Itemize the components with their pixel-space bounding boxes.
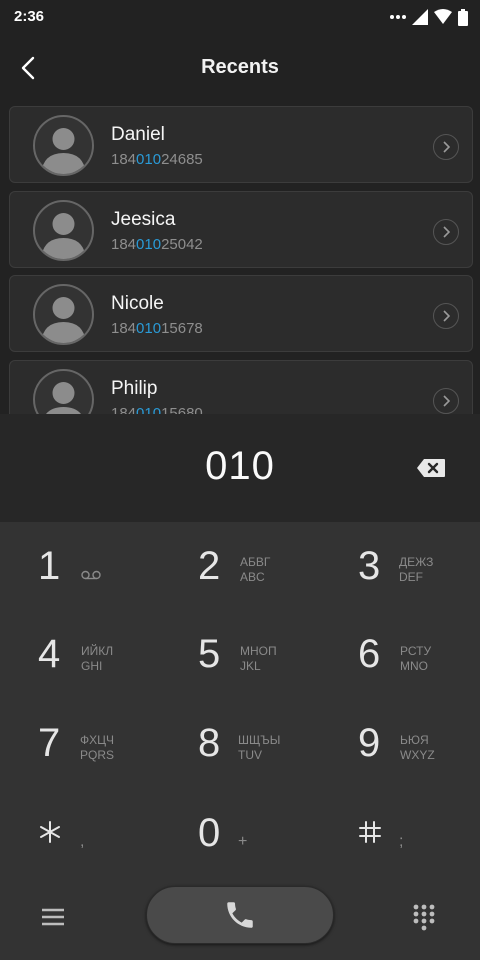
key-digit: 6 [358,632,381,676]
voicemail-icon [81,570,101,580]
key-digit: 4 [38,632,61,676]
key-2[interactable]: 2 АБВГ ABC [160,522,320,612]
avatar [33,369,94,414]
wifi-icon [434,9,452,24]
dialed-number[interactable]: 010 [0,444,480,489]
status-icons [390,8,468,26]
bottom-bar [0,880,480,960]
key-star[interactable]: * , [0,792,160,882]
avatar [33,200,94,261]
phone-icon [227,902,253,928]
key-3[interactable]: 3 ДЕЖЗ DEF [320,522,480,612]
key-digit: 2 [198,544,221,588]
contact-name: Jeesica [111,209,176,230]
key-letters: ШЩЪЫ TUV [238,733,281,762]
contact-detail-button[interactable] [433,303,459,329]
status-time: 2:36 [14,8,45,25]
contact-item-jeesica[interactable]: Jeesica 18401025042 [9,191,473,268]
key-digit: 7 [38,721,61,765]
contact-name: Philip [111,378,158,399]
more-dots-icon [390,15,406,19]
chevron-right-icon [443,141,450,153]
key-digit: 1 [38,544,61,588]
key-digit: 9 [358,721,381,765]
menu-button[interactable] [40,906,68,930]
key-8[interactable]: 8 ШЩЪЫ TUV [160,702,320,792]
contact-name: Nicole [111,293,164,314]
battery-icon [458,8,468,26]
menu-icon [42,908,64,926]
key-letters: АБВГ ABC [240,555,271,584]
key-digit: 3 [358,544,381,588]
contact-detail-button[interactable] [433,388,459,414]
hash-icon [359,821,381,843]
key-digit: 5 [198,632,221,676]
page-title: Recents [201,56,279,78]
key-1[interactable]: 1 [0,522,160,612]
recents-list: Daniel 18401024685 Jeesica 18401025042 N… [0,106,480,414]
contact-name: Daniel [111,124,165,145]
key-letters: ЬЮЯ WXYZ [400,733,435,762]
key-letters: ДЕЖЗ DEF [399,555,434,584]
dialpad-button[interactable] [412,904,440,932]
key-7[interactable]: 7 ФХЦЧ PQRS [0,702,160,792]
key-letters: ФХЦЧ PQRS [80,733,115,762]
contact-number: 18401015678 [111,320,203,337]
key-0[interactable]: 0 + [160,792,320,882]
avatar [33,115,94,176]
chevron-right-icon [443,395,450,407]
key-letters: , [80,833,85,850]
contact-item-daniel[interactable]: Daniel 18401024685 [9,106,473,183]
status-bar: 2:36 [0,0,480,34]
chevron-right-icon [443,310,450,322]
avatar-icon [41,213,86,259]
contact-number: 18401024685 [111,151,203,168]
avatar-icon [41,297,86,343]
app-header: Recents [0,34,480,102]
key-9[interactable]: 9 ЬЮЯ WXYZ [320,702,480,792]
key-letters: + [238,833,248,850]
contact-number: 18401015680 [111,405,203,414]
contact-item-philip[interactable]: Philip 18401015680 [9,360,473,414]
backspace-button[interactable] [416,458,446,478]
backspace-icon [417,459,445,477]
contact-item-nicole[interactable]: Nicole 18401015678 [9,275,473,352]
contact-detail-button[interactable] [433,134,459,160]
dial-display: 010 [0,414,480,522]
key-letters: МНОП JKL [240,644,277,673]
avatar-icon [46,382,81,414]
key-5[interactable]: 5 МНОП JKL [160,612,320,702]
signal-icon [412,9,428,25]
key-hash[interactable]: # ; [320,792,480,882]
key-letters: ИЙКЛ GHI [81,644,114,673]
contact-detail-button[interactable] [433,219,459,245]
key-4[interactable]: 4 ИЙКЛ GHI [0,612,160,702]
avatar-icon [41,128,86,174]
key-letters: ; [399,833,404,850]
contact-number: 18401025042 [111,236,203,253]
key-letters: РСТУ MNO [400,644,432,673]
asterisk-icon [40,821,60,843]
key-digit: 8 [198,721,221,765]
avatar [33,284,94,345]
chevron-right-icon [443,226,450,238]
key-digit: 0 [198,811,221,855]
call-button[interactable] [146,886,334,944]
keypad: 1 2 АБВГ ABC 3 ДЕЖЗ DEF 4 ИЙКЛ GHI 5 МНОП JK… [0,522,480,880]
dialpad-icon [413,904,435,931]
key-6[interactable]: 6 РСТУ MNO [320,612,480,702]
